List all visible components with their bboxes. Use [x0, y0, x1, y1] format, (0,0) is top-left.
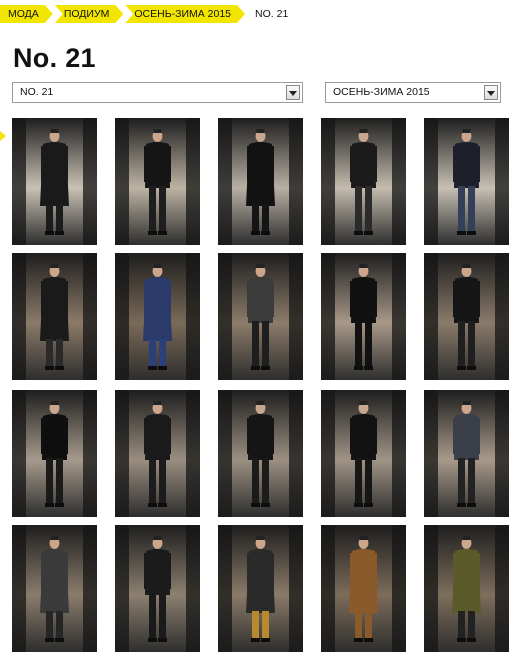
season-select[interactable]: ОСЕНЬ-ЗИМА 2015	[325, 82, 501, 103]
season-select-value: ОСЕНЬ-ЗИМА 2015	[333, 86, 430, 98]
look-thumbnail[interactable]	[424, 390, 509, 517]
breadcrumb: МОДА ПОДИУМ ОСЕНЬ-ЗИМА 2015 NO. 21	[0, 4, 288, 24]
look-thumbnail[interactable]	[12, 390, 97, 517]
look-thumbnail[interactable]	[115, 390, 200, 517]
look-thumbnail[interactable]	[115, 118, 200, 245]
runway-photo	[115, 253, 200, 380]
runway-photo	[12, 390, 97, 517]
look-thumbnail[interactable]	[424, 525, 509, 652]
active-row-pointer-icon	[0, 131, 6, 141]
look-thumbnail[interactable]	[12, 525, 97, 652]
runway-photo	[218, 525, 303, 652]
runway-photo	[218, 390, 303, 517]
designer-select-value: NO. 21	[20, 86, 54, 98]
runway-photo	[424, 253, 509, 380]
look-thumbnail[interactable]	[321, 390, 406, 517]
runway-photo	[424, 390, 509, 517]
breadcrumb-runway-link[interactable]: ПОДИУМ	[55, 5, 124, 23]
runway-photo	[424, 118, 509, 245]
runway-photo	[12, 525, 97, 652]
runway-photo	[115, 525, 200, 652]
runway-photo	[218, 253, 303, 380]
breadcrumb-fashion-link[interactable]: МОДА	[0, 5, 53, 23]
look-thumbnail[interactable]	[218, 390, 303, 517]
look-thumbnail[interactable]	[321, 118, 406, 245]
look-thumbnail[interactable]	[424, 118, 509, 245]
runway-photo	[321, 525, 406, 652]
look-thumbnail[interactable]	[218, 253, 303, 380]
designer-select[interactable]: NO. 21	[12, 82, 303, 103]
look-thumbnail[interactable]	[321, 525, 406, 652]
runway-photo	[115, 118, 200, 245]
look-thumbnail[interactable]	[321, 253, 406, 380]
runway-photo	[321, 390, 406, 517]
runway-photo	[321, 253, 406, 380]
runway-photo	[321, 118, 406, 245]
runway-photo	[12, 253, 97, 380]
runway-photo	[424, 525, 509, 652]
look-thumbnail[interactable]	[115, 253, 200, 380]
look-thumbnail[interactable]	[12, 253, 97, 380]
look-thumbnail[interactable]	[12, 118, 97, 245]
breadcrumb-current: NO. 21	[255, 8, 289, 20]
look-thumbnail[interactable]	[218, 118, 303, 245]
runway-photo	[115, 390, 200, 517]
breadcrumb-season-link[interactable]: ОСЕНЬ-ЗИМА 2015	[125, 5, 245, 23]
runway-photo	[218, 118, 303, 245]
page-title: No. 21	[13, 43, 96, 73]
dropdown-arrow-icon[interactable]	[484, 85, 498, 100]
dropdown-arrow-icon[interactable]	[286, 85, 300, 100]
runway-photo	[12, 118, 97, 245]
look-thumbnail[interactable]	[424, 253, 509, 380]
look-thumbnail[interactable]	[218, 525, 303, 652]
look-thumbnail[interactable]	[115, 525, 200, 652]
